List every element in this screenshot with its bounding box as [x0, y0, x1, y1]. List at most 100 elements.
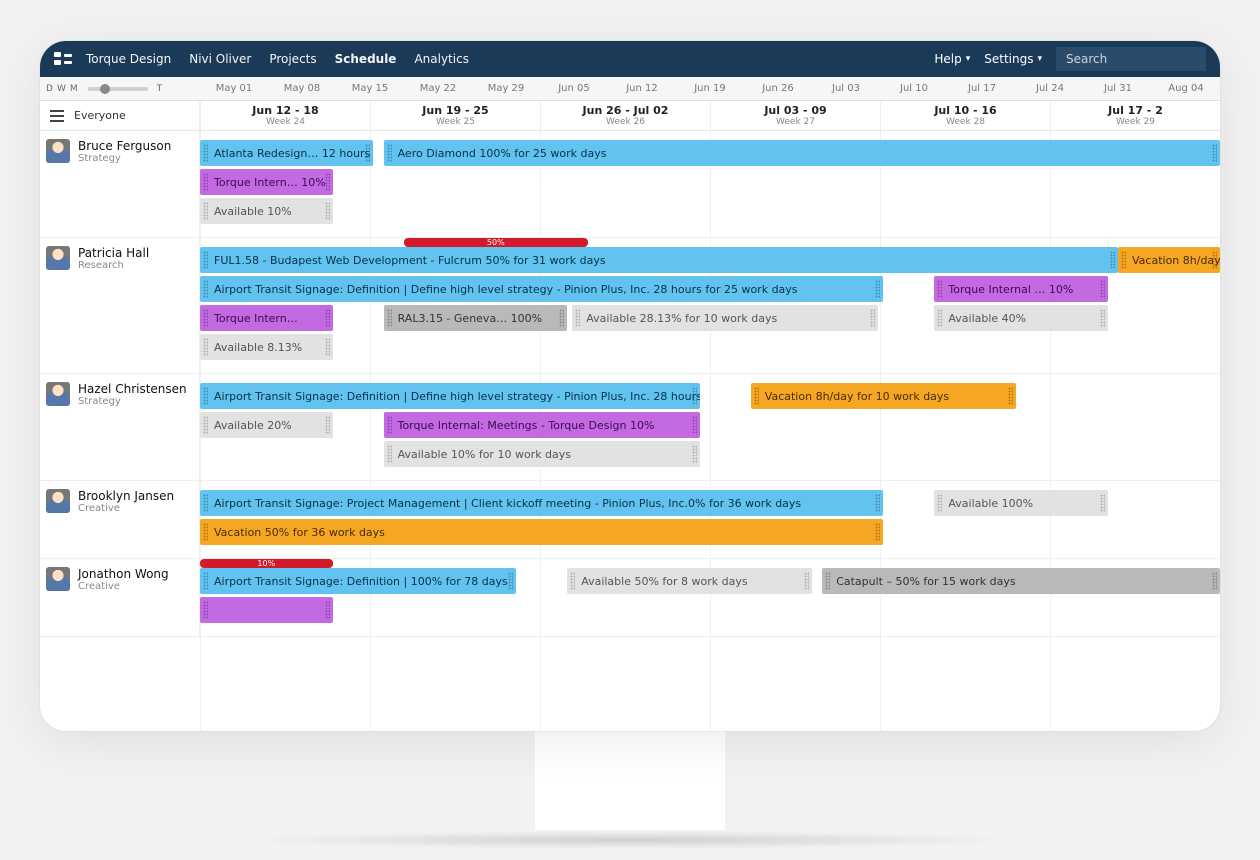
- drag-handle-icon[interactable]: [365, 144, 370, 162]
- drag-handle-icon[interactable]: [692, 387, 697, 405]
- allocation-bar[interactable]: Available 10%: [200, 198, 333, 224]
- drag-handle-icon[interactable]: [325, 338, 330, 356]
- drag-handle-icon[interactable]: [937, 309, 942, 327]
- drag-handle-icon[interactable]: [325, 173, 330, 191]
- drag-handle-icon[interactable]: [875, 280, 880, 298]
- week-cell[interactable]: Jun 19 - 25Week 25: [370, 101, 540, 130]
- week-cell[interactable]: Jul 10 - 16Week 28: [880, 101, 1050, 130]
- allocation-bar[interactable]: Torque Intern…: [200, 305, 333, 331]
- allocation-bar[interactable]: Vacation 8h/day: [1118, 247, 1220, 273]
- drag-handle-icon[interactable]: [1008, 387, 1013, 405]
- drag-handle-icon[interactable]: [1100, 494, 1105, 512]
- allocation-bar[interactable]: Airport Transit Signage: Definition | De…: [200, 276, 883, 302]
- drag-handle-icon[interactable]: [559, 309, 564, 327]
- person-name[interactable]: Brooklyn Jansen: [78, 489, 174, 503]
- nav-settings[interactable]: Settings▾: [984, 52, 1042, 66]
- drag-handle-icon[interactable]: [1212, 572, 1217, 590]
- drag-handle-icon[interactable]: [575, 309, 580, 327]
- drag-handle-icon[interactable]: [203, 173, 208, 191]
- menu-icon[interactable]: [50, 110, 64, 122]
- drag-handle-icon[interactable]: [1212, 251, 1217, 269]
- allocation-bar[interactable]: Available 40%: [934, 305, 1107, 331]
- person-name[interactable]: Patricia Hall: [78, 246, 149, 260]
- allocation-bar[interactable]: Available 20%: [200, 412, 333, 438]
- allocation-bar[interactable]: Available 8.13%: [200, 334, 333, 360]
- week-cell[interactable]: Jun 12 - 18Week 24: [200, 101, 370, 130]
- drag-handle-icon[interactable]: [203, 202, 208, 220]
- allocation-bar[interactable]: Vacation 8h/day for 10 work days: [751, 383, 1016, 409]
- drag-handle-icon[interactable]: [325, 416, 330, 434]
- drag-handle-icon[interactable]: [692, 445, 697, 463]
- drag-handle-icon[interactable]: [875, 523, 880, 541]
- allocation-bar[interactable]: Airport Transit Signage: Definition | 10…: [200, 568, 516, 594]
- zoom-mode-w[interactable]: W: [57, 84, 67, 94]
- zoom-slider[interactable]: [88, 87, 148, 91]
- drag-handle-icon[interactable]: [937, 280, 942, 298]
- person-name[interactable]: Hazel Christensen: [78, 382, 187, 396]
- drag-handle-icon[interactable]: [937, 494, 942, 512]
- drag-handle-icon[interactable]: [203, 494, 208, 512]
- drag-handle-icon[interactable]: [203, 572, 208, 590]
- zoom-mode-t[interactable]: T: [157, 84, 164, 94]
- drag-handle-icon[interactable]: [325, 309, 330, 327]
- allocation-bar[interactable]: Torque Internal … 10%: [934, 276, 1107, 302]
- drag-handle-icon[interactable]: [203, 144, 208, 162]
- week-cell[interactable]: Jul 03 - 09Week 27: [710, 101, 880, 130]
- drag-handle-icon[interactable]: [203, 416, 208, 434]
- drag-handle-icon[interactable]: [508, 572, 513, 590]
- drag-handle-icon[interactable]: [203, 387, 208, 405]
- person-name[interactable]: Bruce Ferguson: [78, 139, 171, 153]
- drag-handle-icon[interactable]: [387, 445, 392, 463]
- people-filter[interactable]: Everyone: [74, 109, 126, 122]
- zoom-mode-m[interactable]: M: [70, 84, 79, 94]
- nav-projects[interactable]: Projects: [269, 52, 316, 66]
- drag-handle-icon[interactable]: [203, 338, 208, 356]
- allocation-bar[interactable]: Atlanta Redesign… 12 hours: [200, 140, 373, 166]
- drag-handle-icon[interactable]: [203, 523, 208, 541]
- drag-handle-icon[interactable]: [875, 494, 880, 512]
- drag-handle-icon[interactable]: [325, 601, 330, 619]
- nav-analytics[interactable]: Analytics: [414, 52, 469, 66]
- allocation-bar[interactable]: Torque Internal: Meetings - Torque Desig…: [384, 412, 700, 438]
- drag-handle-icon[interactable]: [387, 309, 392, 327]
- drag-handle-icon[interactable]: [1212, 144, 1217, 162]
- allocation-bar[interactable]: Available 10% for 10 work days: [384, 441, 700, 467]
- drag-handle-icon[interactable]: [825, 572, 830, 590]
- drag-handle-icon[interactable]: [325, 202, 330, 220]
- allocation-bar[interactable]: Available 28.13% for 10 work days: [572, 305, 878, 331]
- drag-handle-icon[interactable]: [754, 387, 759, 405]
- allocation-bar[interactable]: [200, 597, 333, 623]
- drag-handle-icon[interactable]: [387, 144, 392, 162]
- drag-handle-icon[interactable]: [804, 572, 809, 590]
- zoom-mode-d[interactable]: D: [46, 84, 54, 94]
- allocation-bar[interactable]: FUL1.58 - Budapest Web Development - Ful…: [200, 247, 1118, 273]
- drag-handle-icon[interactable]: [203, 601, 208, 619]
- allocation-bar[interactable]: Torque Intern… 10%: [200, 169, 333, 195]
- allocation-bar[interactable]: Vacation 50% for 36 work days: [200, 519, 883, 545]
- allocation-bar[interactable]: Airport Transit Signage: Definition | De…: [200, 383, 700, 409]
- search-input[interactable]: [1056, 47, 1206, 71]
- drag-handle-icon[interactable]: [870, 309, 875, 327]
- drag-handle-icon[interactable]: [1100, 309, 1105, 327]
- drag-handle-icon[interactable]: [387, 416, 392, 434]
- allocation-bar[interactable]: RAL3.15 - Geneva… 100%: [384, 305, 568, 331]
- person-name[interactable]: Jonathon Wong: [78, 567, 169, 581]
- drag-handle-icon[interactable]: [203, 309, 208, 327]
- drag-handle-icon[interactable]: [570, 572, 575, 590]
- allocation-bar[interactable]: Available 50% for 8 work days: [567, 568, 812, 594]
- drag-handle-icon[interactable]: [692, 416, 697, 434]
- allocation-bar[interactable]: Catapult – 50% for 15 work days: [822, 568, 1220, 594]
- nav-user[interactable]: Nivi Oliver: [189, 52, 251, 66]
- nav-schedule[interactable]: Schedule: [335, 52, 397, 66]
- allocation-bar[interactable]: Airport Transit Signage: Project Managem…: [200, 490, 883, 516]
- drag-handle-icon[interactable]: [203, 280, 208, 298]
- drag-handle-icon[interactable]: [1100, 280, 1105, 298]
- week-cell[interactable]: Jun 26 - Jul 02Week 26: [540, 101, 710, 130]
- allocation-bar[interactable]: Available 100%: [934, 490, 1107, 516]
- week-cell[interactable]: Jul 17 - 2Week 29: [1050, 101, 1220, 130]
- nav-brand[interactable]: Torque Design: [86, 52, 171, 66]
- drag-handle-icon[interactable]: [203, 251, 208, 269]
- nav-help[interactable]: Help▾: [934, 52, 970, 66]
- drag-handle-icon[interactable]: [1110, 251, 1115, 269]
- drag-handle-icon[interactable]: [1121, 251, 1126, 269]
